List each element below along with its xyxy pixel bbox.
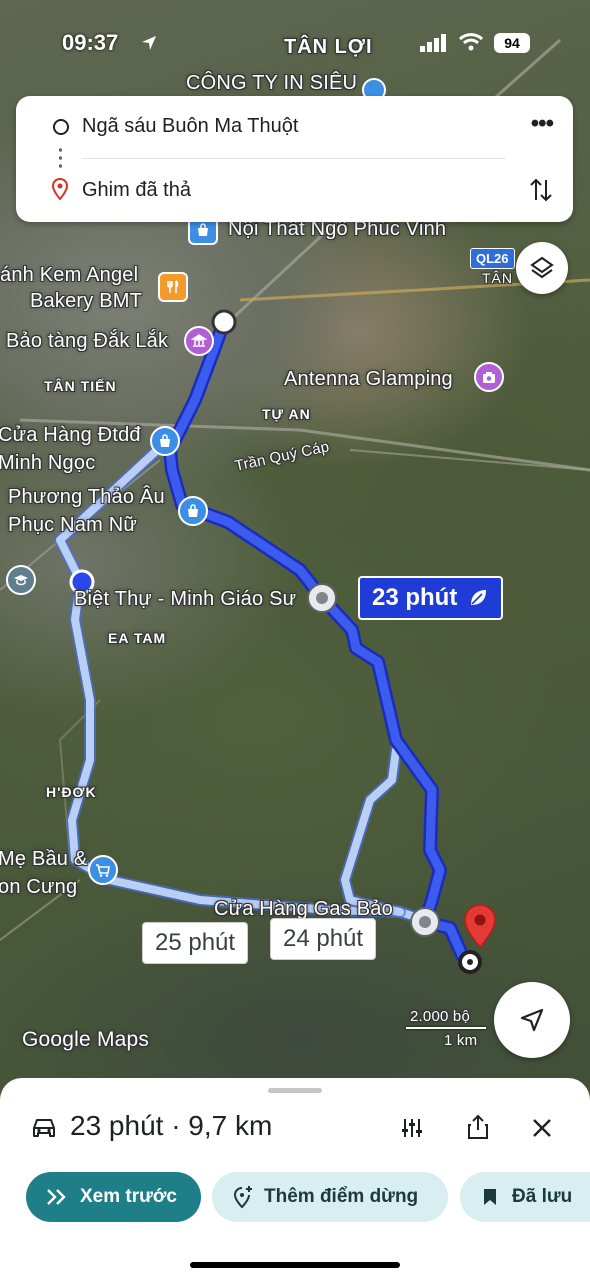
battery-icon: 94 [494,33,530,53]
signal-icon [420,34,446,52]
primary-route-time-label: 23 phút [372,584,458,611]
map-label-cong-ty: CÔNG TY IN SIÊU [186,72,358,94]
scale-bar: 2.000 bộ 1 km [406,1008,488,1049]
camera-icon[interactable] [474,362,504,392]
map-label-phuc-nam-nu: Phục Nam Nữ [8,514,137,536]
map-label-kem-angel: ánh Kem Angel [0,264,139,286]
map-label-tan-tien: TÂN TIẾN [44,378,117,394]
map-label-tan: TÂN [482,270,513,286]
bookmark-icon [484,1189,496,1205]
shopping-bag-icon[interactable] [150,426,180,456]
eco-leaf-icon [471,590,487,605]
alt-route-time-25[interactable]: 25 phút [142,922,249,964]
share-icon[interactable] [466,1114,490,1140]
restaurant-icon[interactable] [158,272,188,302]
saved-button[interactable]: Đã lưu [460,1172,590,1222]
route-start-marker [211,309,237,335]
scale-ft-label: 2.000 bộ [410,1008,470,1025]
map-label-bao-tang: Bảo tàng Đắk Lắk [6,330,169,352]
google-maps-logo: Google Maps [22,1028,150,1051]
home-indicator[interactable] [190,1262,400,1268]
add-stop-button-label: Thêm điểm dừng [264,1186,419,1207]
destination-field[interactable]: Ghim đã thả [82,179,191,202]
map-label-bakery: Bakery BMT [30,290,143,312]
alt-route-time-24[interactable]: 24 phút [270,918,377,960]
cart-icon[interactable] [88,855,118,885]
destination-pin-icon [52,178,68,200]
map-label-me-bau: Mẹ Bầu & [0,848,88,870]
preview-button-label: Xem trước [80,1186,177,1207]
layers-button[interactable] [516,242,568,294]
alt-route-25 [54,434,431,926]
map-label-antenna: Antenna Glamping [284,368,453,390]
map-label-tu-an: TỰ AN [262,406,311,422]
origin-field[interactable]: Ngã sáu Buôn Ma Thuột [82,115,298,138]
recenter-button[interactable] [494,982,570,1058]
map-label-h-dok: H'ĐƠK [46,784,97,800]
school-icon[interactable] [6,565,36,595]
map-label-ea-tam: EA TAM [108,630,167,646]
route-options-icon[interactable] [400,1116,424,1140]
more-options-icon[interactable]: ••• [531,110,554,138]
location-arrow-icon [142,36,156,50]
map-label-con-cung: on Cưng [0,876,78,898]
add-stop-icon [233,1186,252,1209]
add-stop-button[interactable]: Thêm điểm dừng [212,1172,448,1222]
double-chevron-icon [47,1189,66,1205]
close-icon[interactable] [531,1117,553,1139]
layers-icon [530,256,554,279]
divider [82,158,505,159]
preview-button[interactable]: Xem trước [26,1172,201,1222]
scale-km-label: 1 km [444,1032,478,1049]
museum-icon[interactable] [184,326,214,356]
primary-route [163,315,479,969]
shopping-bag-icon[interactable] [178,496,208,526]
swap-icon[interactable] [529,176,553,204]
navigation-arrow-icon [520,1008,544,1032]
map-label-cua-hang-dtdd: Cửa Hàng Đtdđ [0,424,141,446]
origin-circle-icon [53,119,69,135]
route-summary: 23 phút · 9,7 km [70,1110,273,1141]
car-icon [33,1119,55,1137]
map-label-phuong-thao: Phương Thảo Âu [8,486,165,508]
map-label-biet-thu: Biệt Thự - Minh Giáo Sư [74,588,297,610]
saved-button-label: Đã lưu [512,1186,573,1207]
dropped-pin-icon[interactable] [463,903,497,949]
status-bar: 09:37 94 [0,30,590,60]
wifi-icon [458,33,484,51]
drag-handle[interactable] [268,1088,322,1093]
primary-route-time[interactable]: 23 phút [358,576,504,620]
battery-level: 94 [504,35,520,51]
directions-card: Ngã sáu Buôn Ma Thuột Ghim đã thả ••• [16,96,573,222]
status-time: 09:37 [62,30,119,55]
highway-shield: QL26 [470,248,515,269]
map-label-minh-ngoc: Minh Ngọc [0,452,96,474]
route-dots-icon [59,146,62,170]
